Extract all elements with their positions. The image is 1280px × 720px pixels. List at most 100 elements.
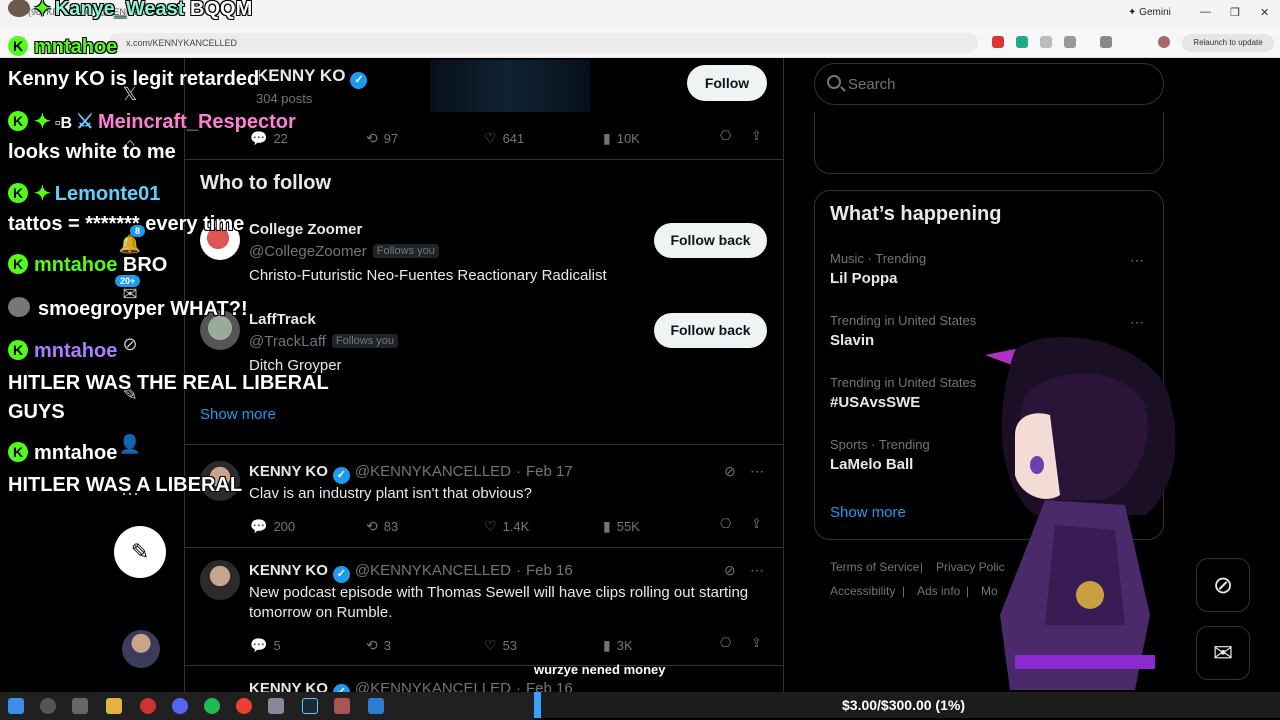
profile-avatar-icon[interactable] <box>1158 36 1170 48</box>
close-window-icon[interactable]: ✕ <box>1260 6 1269 19</box>
suggested-account-name[interactable]: LaffTrack <box>249 311 316 328</box>
more-options-icon[interactable]: ⋯ <box>750 463 764 480</box>
tweet-text: New podcast episode with Thomas Sewell w… <box>249 584 749 621</box>
eye <box>1030 456 1044 474</box>
grok-explain-icon[interactable]: ⊘ <box>724 463 736 480</box>
like-button[interactable]: ♡ 1.4K <box>484 518 529 535</box>
messages-floating-icon[interactable]: ✉ <box>1196 626 1250 680</box>
trend-name[interactable]: LaMelo Ball <box>830 456 913 473</box>
maximize-icon[interactable]: ❐ <box>1230 6 1240 19</box>
like-button[interactable]: ♡ 641 <box>484 130 524 147</box>
tweet-date[interactable]: Feb 16 <box>526 562 573 579</box>
app-icon[interactable] <box>268 698 284 714</box>
steam-icon[interactable] <box>302 698 318 714</box>
trends-show-more[interactable]: Show more <box>830 504 906 521</box>
account-avatar[interactable] <box>122 630 160 668</box>
footer-accessibility[interactable]: Accessibility <box>830 584 895 598</box>
vtuber-app-icon[interactable] <box>368 698 384 714</box>
tweet-date[interactable]: Feb 17 <box>526 463 573 480</box>
follow-button[interactable]: Follow <box>687 65 767 101</box>
chat-line: ✦ Kanye_Weast BQQM <box>8 0 252 21</box>
chat-message: BQQM <box>190 0 253 20</box>
search-icon[interactable] <box>40 698 56 714</box>
broken-image-icon: ▫B <box>54 115 72 132</box>
verified-badge-icon: ✓ <box>332 467 350 484</box>
chrome-icon[interactable] <box>236 698 252 714</box>
share-icon[interactable]: ⇪ <box>751 516 762 532</box>
file-explorer-icon[interactable] <box>106 698 122 714</box>
gemini-button[interactable]: ✦ Gemini <box>1128 7 1171 18</box>
trend-name[interactable]: #USAvsSWE <box>830 394 920 411</box>
reply-button[interactable]: 💬 5 <box>250 637 281 654</box>
extension-icon[interactable] <box>1016 36 1028 48</box>
trend-category: Sports · Trending <box>830 437 930 452</box>
donation-goal-fill <box>534 692 541 718</box>
views-button[interactable]: ▮ 3K <box>603 637 633 654</box>
tweet-dot: · <box>516 463 522 480</box>
repost-button[interactable]: ⟲ 97 <box>366 130 398 147</box>
chat-message: HITLER WAS THE REAL LIBERAL <box>8 372 329 394</box>
trend-name[interactable]: Lil Poppa <box>830 270 898 287</box>
grok-icon[interactable]: ⊘ <box>118 332 142 356</box>
extensions-puzzle-icon[interactable] <box>1064 36 1076 48</box>
repost-icon: ⟲ <box>366 518 378 534</box>
kick-icon: K <box>8 111 28 131</box>
sidebar-panel <box>814 112 1164 174</box>
tweet-author-name[interactable]: KENNY KO <box>249 463 328 480</box>
reply-button[interactable]: 💬 200 <box>250 518 295 535</box>
vtuber-avatar-overlay <box>985 336 1176 690</box>
relaunch-button[interactable]: Relaunch to update <box>1182 34 1274 52</box>
minimize-icon[interactable]: — <box>1200 6 1211 18</box>
follow-back-button[interactable]: Follow back <box>654 313 767 348</box>
profile-header-name: KENNY KO ✓ <box>256 66 368 89</box>
like-button[interactable]: ♡ 53 <box>484 637 517 654</box>
search-box[interactable]: Search <box>814 63 1164 105</box>
address-bar[interactable]: x.com/KENNYKANCELLED <box>108 33 978 53</box>
repost-button[interactable]: ⟲ 83 <box>366 518 398 535</box>
views-button[interactable]: ▮ 55K <box>603 518 640 535</box>
divider <box>184 665 784 666</box>
obs-icon[interactable] <box>140 698 156 714</box>
suggested-account-handle: @CollegeZoomer Follows you <box>249 243 439 260</box>
tweet-author-handle[interactable]: @KENNYKANCELLED <box>355 463 511 480</box>
chat-line: smoegroyper WHAT?! <box>8 297 248 321</box>
trend-more-icon[interactable]: ⋯ <box>1130 252 1144 269</box>
share-icon[interactable]: ⇪ <box>751 635 762 651</box>
reply-count: 200 <box>273 519 296 534</box>
search-icon <box>827 75 841 89</box>
bookmark-icon[interactable]: ⎔ <box>720 635 731 651</box>
profile-icon[interactable]: 👤 <box>118 432 142 456</box>
avatar[interactable] <box>200 560 240 600</box>
compose-post-button[interactable]: ✎ <box>114 526 166 578</box>
bookmark-icon[interactable]: ⎔ <box>720 128 731 144</box>
footer-separator: | <box>920 560 924 574</box>
corset <box>1045 525 1125 625</box>
grok-floating-icon[interactable]: ⊘ <box>1196 558 1250 612</box>
follow-back-button[interactable]: Follow back <box>654 223 767 258</box>
task-view-icon[interactable] <box>72 698 88 714</box>
views-button[interactable]: ▮ 10K <box>603 130 640 147</box>
suggested-account-name[interactable]: College Zoomer <box>249 221 362 238</box>
tweet-author-handle[interactable]: @KENNYKANCELLED <box>355 562 511 579</box>
app-icon[interactable] <box>334 698 350 714</box>
grok-explain-icon[interactable]: ⊘ <box>724 562 736 579</box>
footer-ads-info[interactable]: Ads info <box>917 584 960 598</box>
start-icon[interactable] <box>8 698 24 714</box>
who-to-follow-show-more[interactable]: Show more <box>200 406 276 423</box>
chat-message: GUYS <box>8 401 65 423</box>
tweet-author-name[interactable]: KENNY KO <box>249 562 328 579</box>
repost-button[interactable]: ⟲ 3 <box>366 637 391 654</box>
trend-category: Music · Trending <box>830 251 927 266</box>
discord-icon[interactable] <box>172 698 188 714</box>
extension-icon[interactable] <box>1040 36 1052 48</box>
tweet-header: KENNY KO ✓ @KENNYKANCELLED · Feb 17 <box>249 463 573 484</box>
kick-icon: K <box>8 442 28 462</box>
extension-icon[interactable] <box>992 36 1004 48</box>
share-icon[interactable]: ⇪ <box>751 128 762 144</box>
trend-name[interactable]: Slavin <box>830 332 874 349</box>
more-options-icon[interactable]: ⋯ <box>750 562 764 579</box>
footer-terms[interactable]: Terms of Service <box>830 560 919 574</box>
sidepanel-icon[interactable] <box>1100 36 1112 48</box>
spotify-icon[interactable] <box>204 698 220 714</box>
bookmark-icon[interactable]: ⎔ <box>720 516 731 532</box>
